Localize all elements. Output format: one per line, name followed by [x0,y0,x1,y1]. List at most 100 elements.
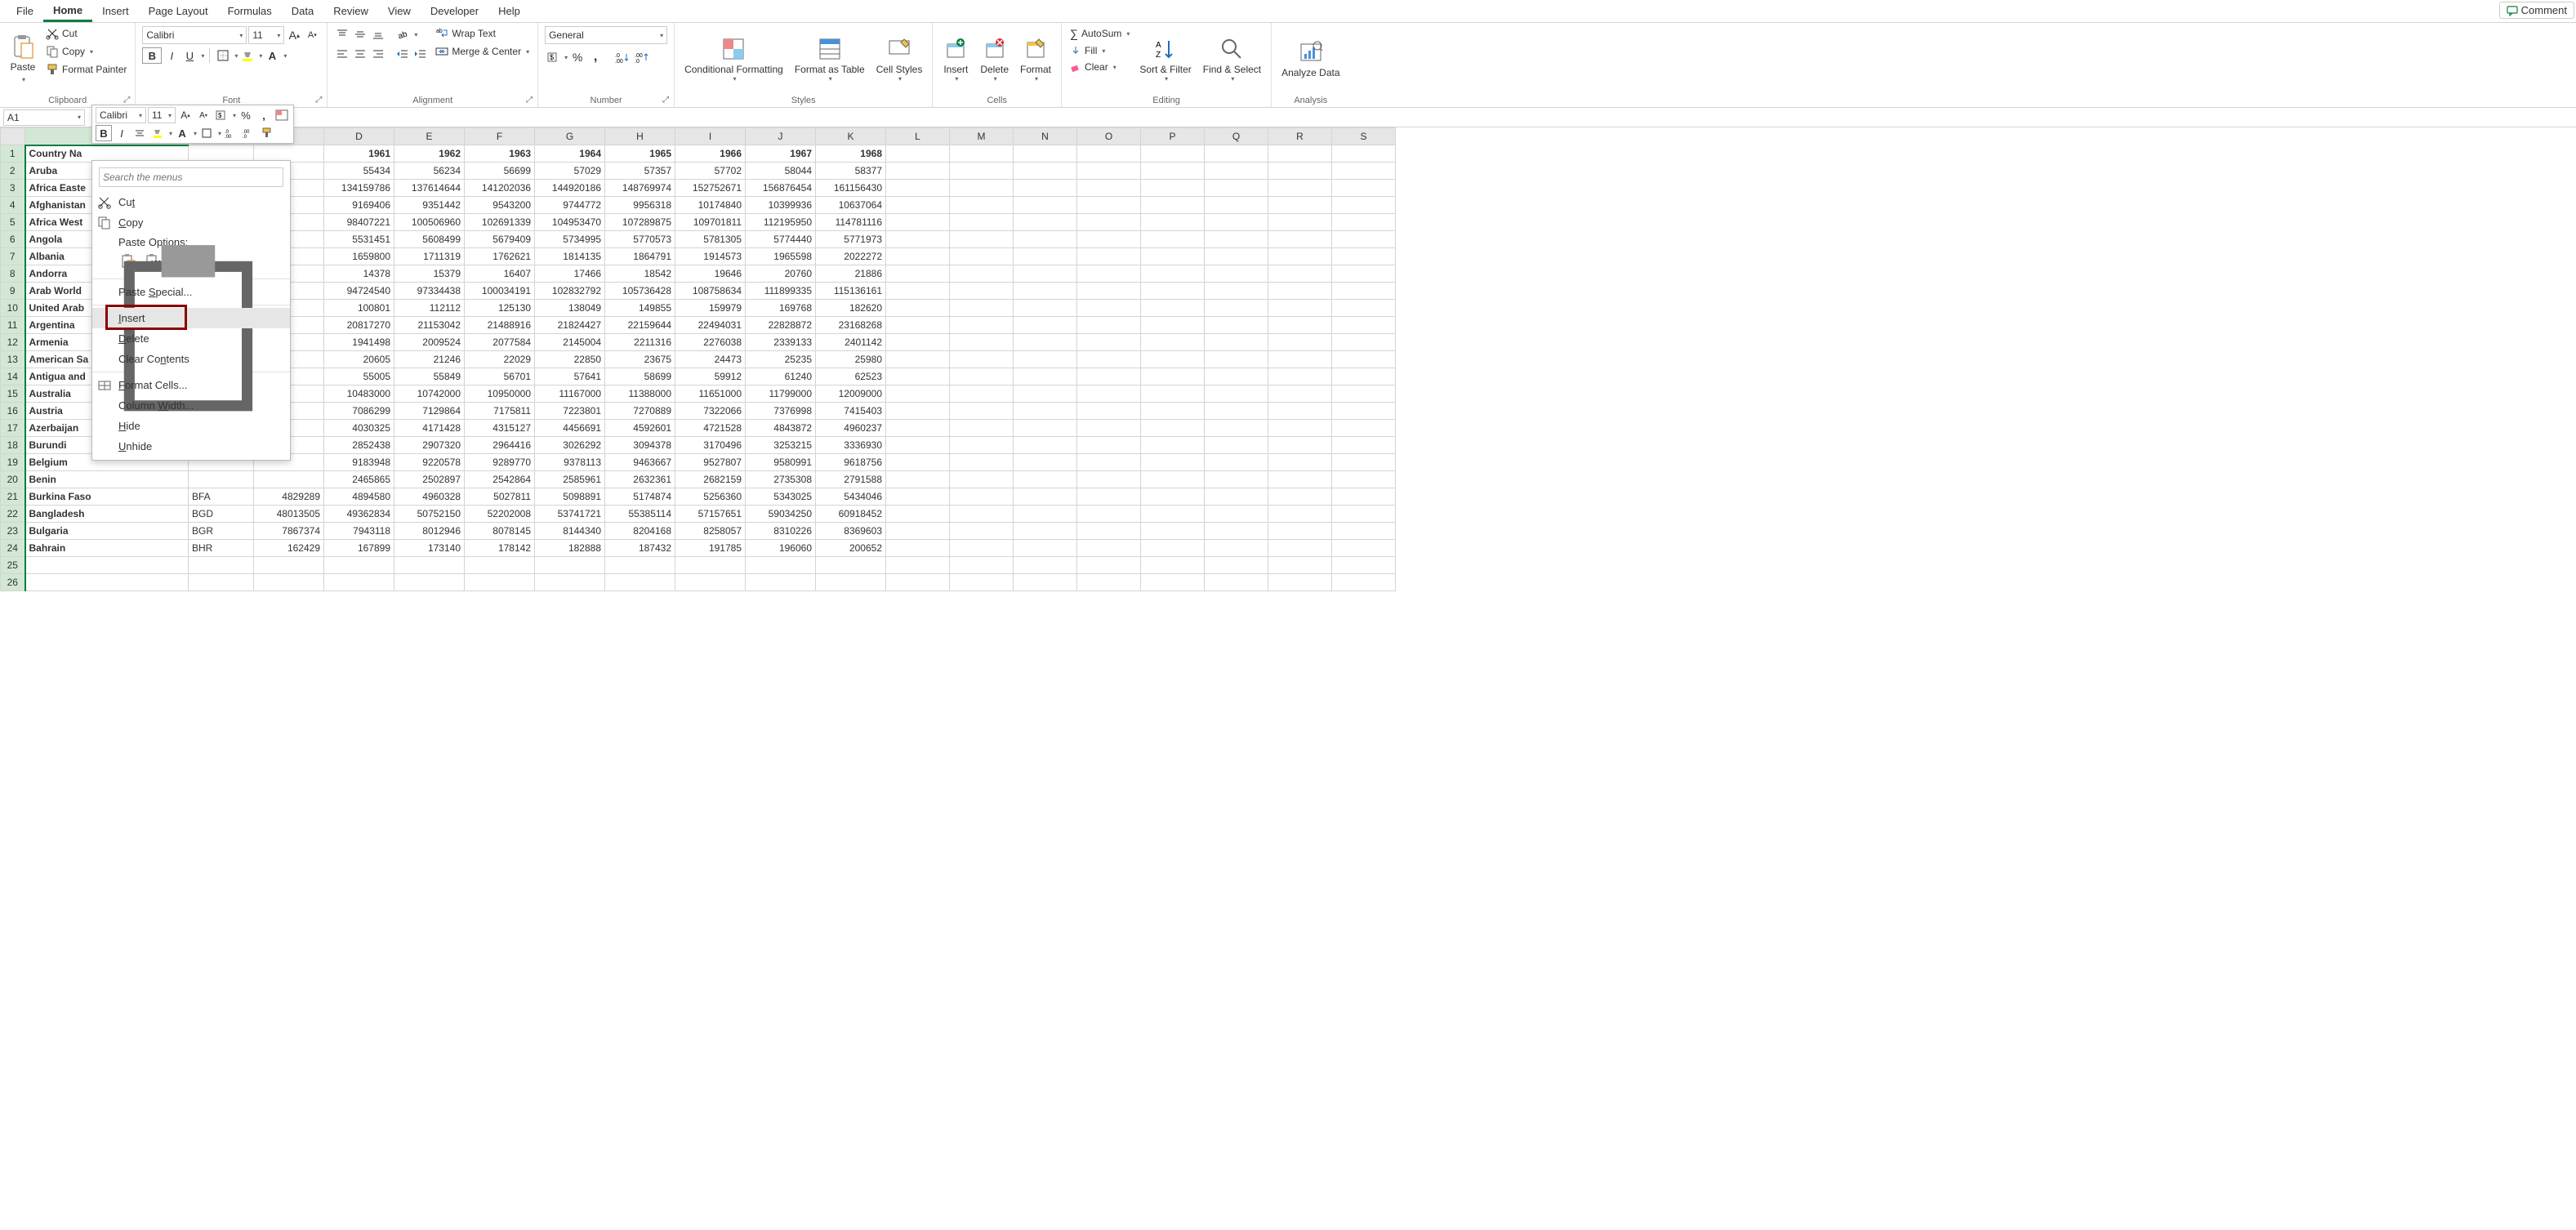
cell-L20[interactable] [886,471,950,488]
cell-L4[interactable] [886,197,950,214]
cell-N1[interactable] [1014,145,1077,163]
cell-F10[interactable]: 125130 [465,300,535,317]
copy-button[interactable]: Copy▾ [44,44,128,59]
cell-H5[interactable]: 107289875 [605,214,675,231]
fill-color-button[interactable] [239,47,256,64]
mini-comma-icon[interactable]: , [256,107,272,123]
cell-G1[interactable]: 1964 [535,145,605,163]
cell-M2[interactable] [950,163,1014,180]
increase-font-icon[interactable]: A▴ [286,27,302,43]
cell-G26[interactable] [535,574,605,591]
cell-M1[interactable] [950,145,1014,163]
cell-F9[interactable]: 100034191 [465,283,535,300]
cell-J12[interactable]: 2339133 [746,334,816,351]
clear-button[interactable]: Clear▾ [1068,60,1131,74]
row-header-1[interactable]: 1 [1,145,25,163]
cell-S8[interactable] [1332,265,1396,283]
context-search-input[interactable] [99,167,283,187]
cell-D20[interactable]: 2465865 [324,471,394,488]
cell-R8[interactable] [1268,265,1332,283]
tab-home[interactable]: Home [43,1,92,22]
cell-R17[interactable] [1268,420,1332,437]
number-format-combo[interactable]: General▾ [545,26,667,44]
mini-borders[interactable] [198,125,215,141]
cell-Q26[interactable] [1205,574,1268,591]
cm-unhide[interactable]: Unhide [92,436,290,457]
cell-K3[interactable]: 161156430 [816,180,886,197]
cell-H10[interactable]: 149855 [605,300,675,317]
cell-S12[interactable] [1332,334,1396,351]
cell-J4[interactable]: 10399936 [746,197,816,214]
cell-J15[interactable]: 11799000 [746,385,816,403]
col-header-M[interactable]: M [950,128,1014,145]
cell-I14[interactable]: 59912 [675,368,746,385]
cell-I12[interactable]: 2276038 [675,334,746,351]
row-header-21[interactable]: 21 [1,488,25,506]
cm-paste-special[interactable]: Paste Special... [92,282,290,302]
cell-F13[interactable]: 22029 [465,351,535,368]
cell-K6[interactable]: 5771973 [816,231,886,248]
cell-D9[interactable]: 94724540 [324,283,394,300]
cell-S4[interactable] [1332,197,1396,214]
cell-P6[interactable] [1141,231,1205,248]
cell-F17[interactable]: 4315127 [465,420,535,437]
cell-P2[interactable] [1141,163,1205,180]
cell-O9[interactable] [1077,283,1141,300]
cell-F1[interactable]: 1963 [465,145,535,163]
cell-O17[interactable] [1077,420,1141,437]
cell-S22[interactable] [1332,506,1396,523]
cell-E18[interactable]: 2907320 [394,437,465,454]
cell-E1[interactable]: 1962 [394,145,465,163]
cell-L17[interactable] [886,420,950,437]
row-header-8[interactable]: 8 [1,265,25,283]
cell-B21[interactable]: BFA [189,488,254,506]
tab-data[interactable]: Data [282,2,323,20]
cell-J24[interactable]: 196060 [746,540,816,557]
cell-O1[interactable] [1077,145,1141,163]
cell-N18[interactable] [1014,437,1077,454]
cell-N10[interactable] [1014,300,1077,317]
cell-D12[interactable]: 1941498 [324,334,394,351]
cell-O23[interactable] [1077,523,1141,540]
cell-S19[interactable] [1332,454,1396,471]
cell-E6[interactable]: 5608499 [394,231,465,248]
cell-D13[interactable]: 20605 [324,351,394,368]
cell-N4[interactable] [1014,197,1077,214]
cell-P3[interactable] [1141,180,1205,197]
mini-format-painter[interactable] [259,125,275,141]
cell-Q3[interactable] [1205,180,1268,197]
cell-J17[interactable]: 4843872 [746,420,816,437]
tab-insert[interactable]: Insert [92,2,139,20]
cell-A20[interactable]: Benin [25,471,189,488]
cell-Q23[interactable] [1205,523,1268,540]
cell-P5[interactable] [1141,214,1205,231]
cell-K13[interactable]: 25980 [816,351,886,368]
cm-copy[interactable]: Copy [92,212,290,233]
row-header-2[interactable]: 2 [1,163,25,180]
cell-K5[interactable]: 114781116 [816,214,886,231]
cell-G17[interactable]: 4456691 [535,420,605,437]
cell-O20[interactable] [1077,471,1141,488]
cell-R25[interactable] [1268,557,1332,574]
cell-styles-button[interactable]: Cell Styles▾ [873,26,926,91]
cell-N12[interactable] [1014,334,1077,351]
cell-K8[interactable]: 21886 [816,265,886,283]
cell-K22[interactable]: 60918452 [816,506,886,523]
cell-I7[interactable]: 1914573 [675,248,746,265]
cell-S14[interactable] [1332,368,1396,385]
cell-I16[interactable]: 7322066 [675,403,746,420]
cell-O8[interactable] [1077,265,1141,283]
cell-H7[interactable]: 1864791 [605,248,675,265]
cell-I3[interactable]: 152752671 [675,180,746,197]
cell-G9[interactable]: 102832792 [535,283,605,300]
mini-font-color[interactable]: A [174,125,190,141]
cell-K19[interactable]: 9618756 [816,454,886,471]
cell-G25[interactable] [535,557,605,574]
cell-O4[interactable] [1077,197,1141,214]
cell-N23[interactable] [1014,523,1077,540]
cell-F26[interactable] [465,574,535,591]
cell-N8[interactable] [1014,265,1077,283]
cell-Q9[interactable] [1205,283,1268,300]
cell-P8[interactable] [1141,265,1205,283]
cell-D11[interactable]: 20817270 [324,317,394,334]
